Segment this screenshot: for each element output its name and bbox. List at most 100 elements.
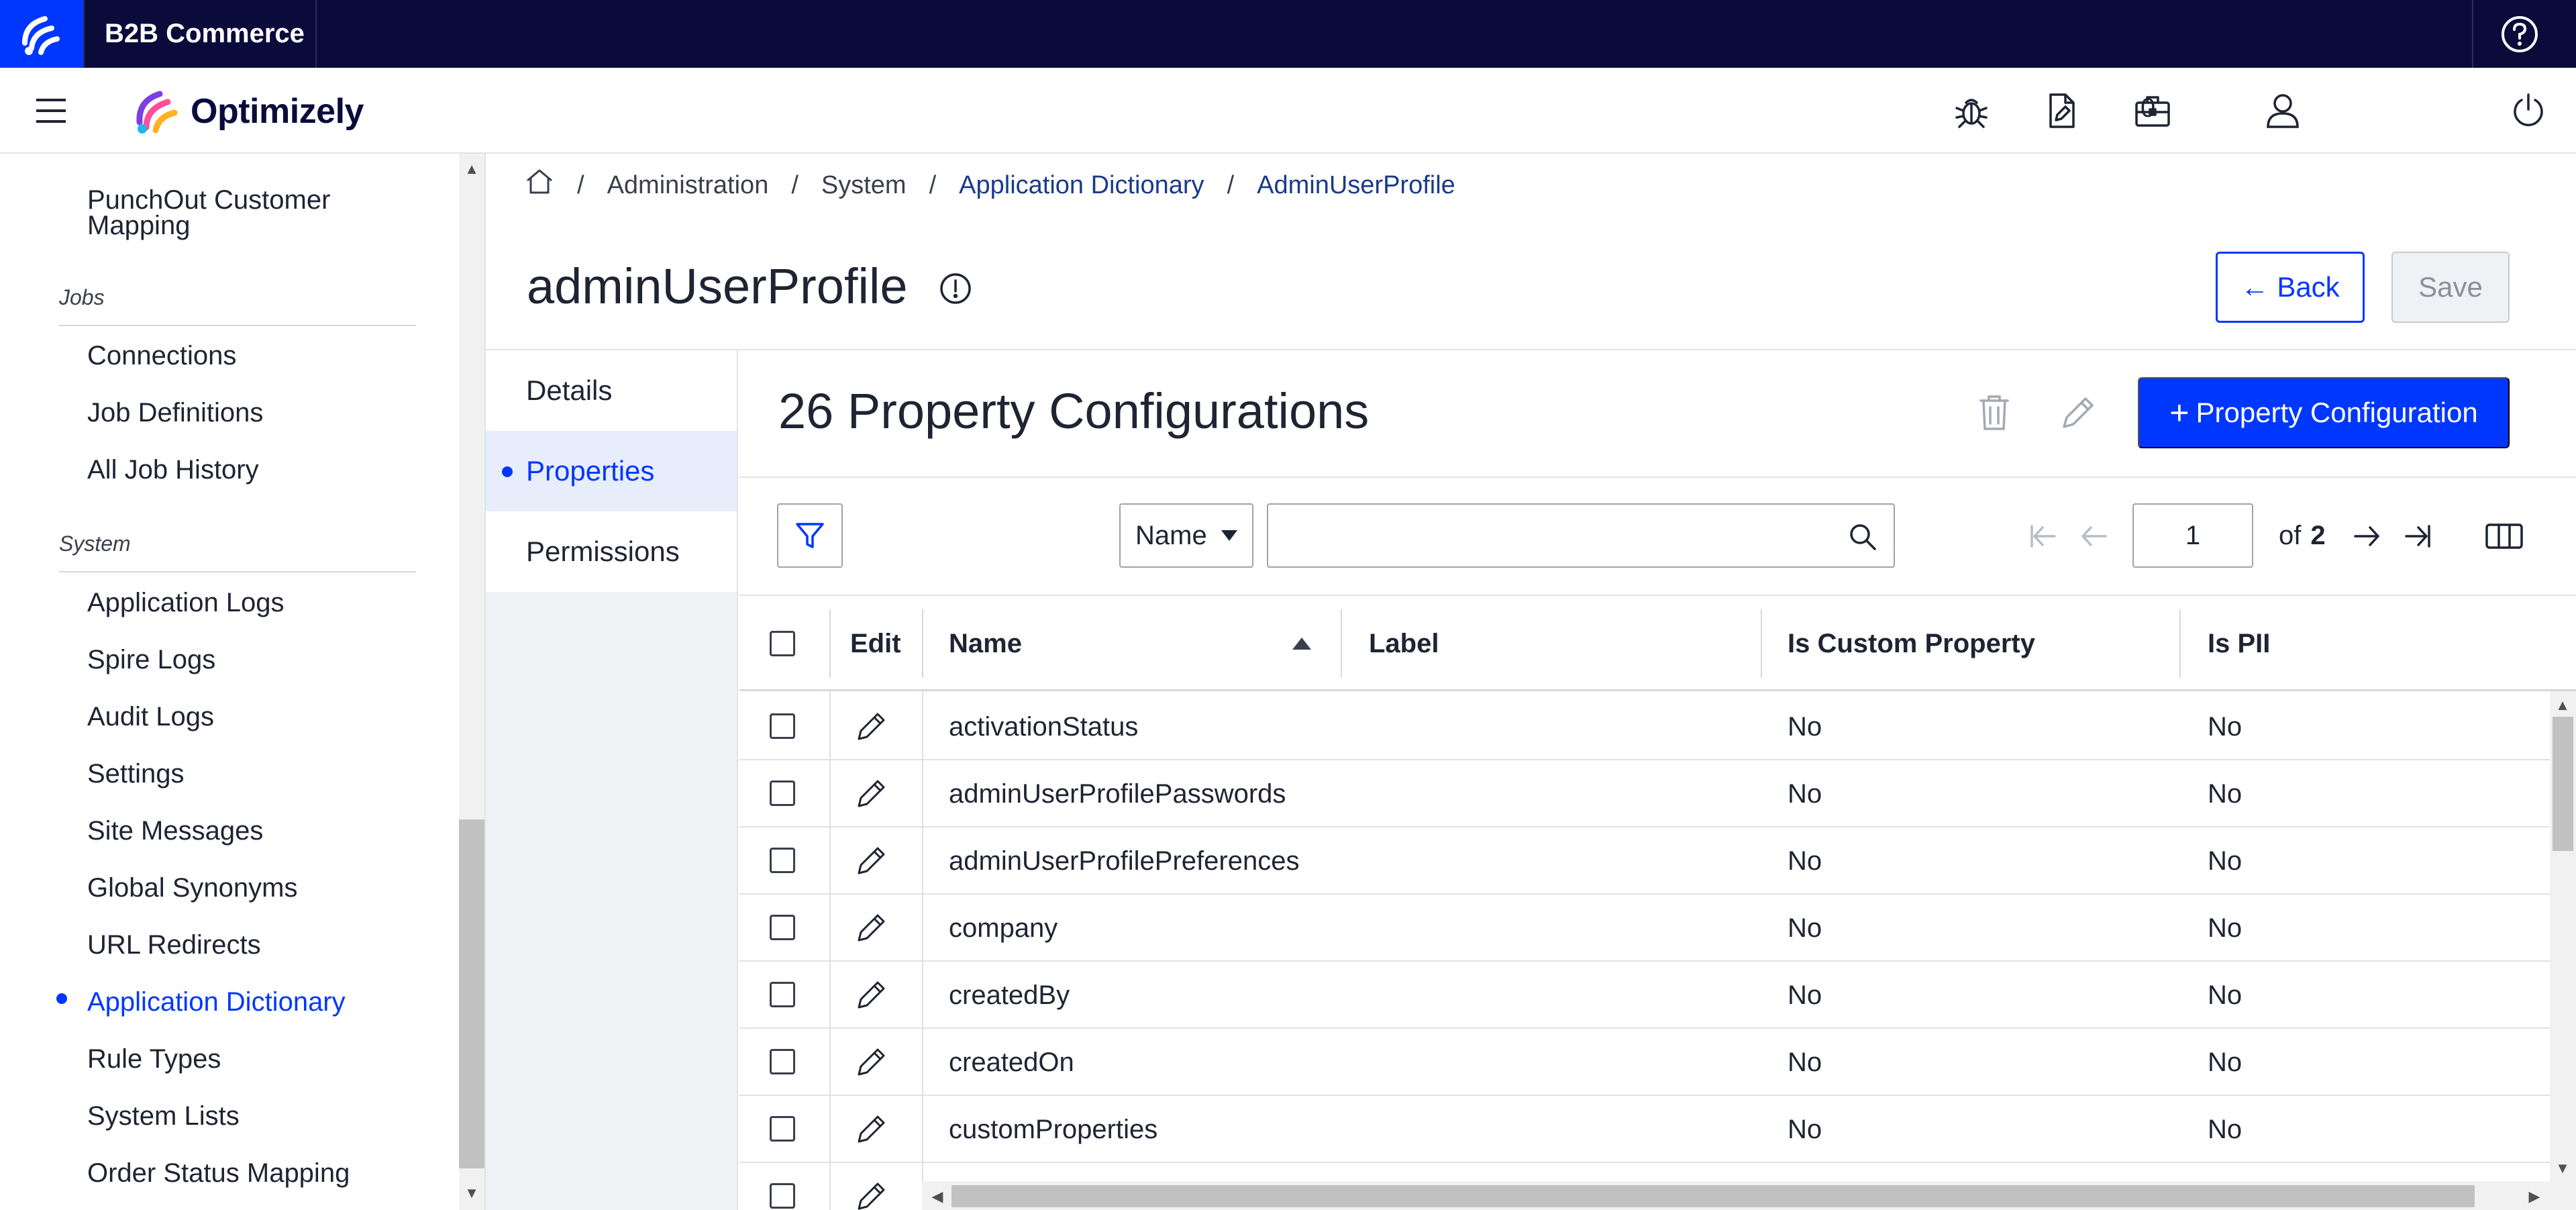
tab-properties-label: Properties [526,455,655,487]
page-number-input[interactable] [2132,503,2253,568]
tab-properties[interactable]: Properties [486,431,737,511]
sidebar-item-settings[interactable]: Settings [87,758,185,790]
cart-count: 0 [2141,93,2156,123]
row-checkbox[interactable] [770,915,795,940]
column-header-name[interactable]: Name [949,596,1022,691]
column-header-is-custom-property[interactable]: Is Custom Property [1788,596,2035,691]
back-button[interactable]: ← Back [2216,252,2365,323]
sidebar-item-global-synonyms[interactable]: Global Synonyms [87,872,297,904]
bug-icon[interactable] [1951,91,1992,131]
row-edit-icon[interactable] [855,1112,888,1146]
row-edit-icon[interactable] [855,1045,888,1078]
table-row[interactable]: company No No [739,895,2550,962]
row-edit-icon[interactable] [855,844,888,877]
row-checkbox[interactable] [770,1183,795,1209]
table-row[interactable]: adminUserProfilePasswords No No [739,760,2550,827]
cell-name: createdBy [949,980,1070,1010]
table-row[interactable]: createdOn No No [739,1029,2550,1096]
optimizely-logo[interactable]: Optimizely [132,83,364,140]
sidebar-item-job-definitions[interactable]: Job Definitions [87,397,263,429]
row-checkbox[interactable] [770,848,795,873]
help-icon[interactable] [2499,13,2540,55]
table-horizontal-scrollbar-thumb[interactable] [951,1185,2475,1207]
table-scroll-right-icon[interactable]: ▶ [2522,1184,2547,1209]
sidebar-item-spire-logs[interactable]: Spire Logs [87,644,215,676]
filter-field-value: Name [1135,521,1207,550]
edit-icon[interactable] [2059,395,2096,432]
next-page-icon[interactable] [2350,519,2383,553]
user-icon[interactable] [2263,91,2303,131]
logo-text: Optimizely [191,92,364,131]
breadcrumb-current[interactable]: AdminUserProfile [1257,171,1455,200]
sidebar-scroll-down-icon[interactable]: ▼ [459,1180,484,1206]
trash-icon[interactable] [1975,393,2013,433]
breadcrumb-system[interactable]: System [821,171,907,200]
search-box[interactable] [1267,503,1895,568]
tab-details[interactable]: Details [486,350,737,431]
save-button[interactable]: Save [2391,252,2510,323]
filter-button[interactable] [777,503,843,568]
select-all-checkbox[interactable] [770,631,795,656]
sidebar-scrollbar-thumb[interactable] [459,819,484,1168]
breadcrumb-application-dictionary[interactable]: Application Dictionary [959,171,1204,200]
power-icon[interactable] [2508,91,2548,131]
row-checkbox[interactable] [770,713,795,739]
sidebar-item-connections[interactable]: Connections [87,340,236,372]
sidebar-item-url-redirects[interactable]: URL Redirects [87,929,261,961]
menu-icon[interactable] [34,95,70,127]
previous-page-icon[interactable] [2077,519,2111,553]
sidebar-item-punchout-customer-mapping[interactable]: PunchOut Customer Mapping [87,187,409,239]
columns-icon[interactable] [2484,519,2524,553]
sidebar-item-rule-types[interactable]: Rule Types [87,1043,221,1075]
sidebar-item-audit-logs[interactable]: Audit Logs [87,701,214,733]
row-edit-icon[interactable] [855,709,888,743]
row-edit-icon[interactable] [855,1179,888,1210]
row-checkbox[interactable] [770,780,795,806]
back-button-label: Back [2277,271,2340,303]
column-header-is-pii[interactable]: Is PII [2208,596,2270,691]
first-page-icon[interactable] [2026,519,2060,553]
table-scroll-up-icon[interactable]: ▲ [2550,693,2575,718]
row-edit-icon[interactable] [855,911,888,944]
sidebar-item-application-dictionary[interactable]: Application Dictionary [87,986,346,1018]
edit-document-icon[interactable] [2041,91,2081,131]
table-row[interactable]: adminUserProfilePreferences No No [739,827,2550,895]
sidebar-item-all-job-history[interactable]: All Job History [87,454,259,486]
table-scroll-down-icon[interactable]: ▼ [2550,1156,2575,1181]
plus-icon: + [2169,394,2189,432]
table-row[interactable]: activationStatus No No [739,693,2550,760]
sidebar-item-site-messages[interactable]: Site Messages [87,815,263,847]
table-row[interactable]: createdBy No No [739,962,2550,1029]
brand-mark-icon[interactable] [0,0,83,68]
last-page-icon[interactable] [2401,519,2434,553]
detail-tabs: Details Properties Permissions [486,350,738,1210]
cell-is-pii: No [2208,913,2243,943]
filter-field-select[interactable]: Name [1119,503,1253,568]
cell-is-custom-property: No [1788,779,1822,809]
cell-is-pii: No [2208,779,2243,809]
row-checkbox[interactable] [770,1116,795,1142]
home-icon[interactable] [525,167,554,203]
search-input[interactable] [1275,511,1825,560]
column-header-label[interactable]: Label [1369,596,1439,691]
sort-ascending-icon[interactable] [1292,638,1311,650]
table-header: Edit Name Label Is Custom Property Is PI… [739,596,2576,691]
sidebar-item-system-lists[interactable]: System Lists [87,1100,240,1132]
breadcrumb-administration[interactable]: Administration [607,171,769,200]
row-edit-icon[interactable] [855,776,888,810]
row-checkbox[interactable] [770,982,795,1007]
table-scroll-left-icon[interactable]: ◀ [925,1184,950,1209]
add-property-configuration-button[interactable]: + Property Configuration [2138,377,2510,448]
sidebar-item-application-logs[interactable]: Application Logs [87,587,285,619]
info-icon[interactable] [938,271,973,306]
row-checkbox[interactable] [770,1049,795,1074]
tab-permissions[interactable]: Permissions [486,511,737,592]
row-edit-icon[interactable] [855,978,888,1011]
of-label: of [2279,521,2302,550]
sidebar-item-order-status-mapping[interactable]: Order Status Mapping [87,1157,350,1189]
table-row[interactable]: customProperties No No [739,1096,2550,1163]
sidebar-scroll-up-icon[interactable]: ▲ [459,156,484,182]
column-header-edit: Edit [850,629,901,658]
table-vertical-scrollbar-thumb[interactable] [2553,717,2573,851]
search-icon[interactable] [1848,522,1877,552]
